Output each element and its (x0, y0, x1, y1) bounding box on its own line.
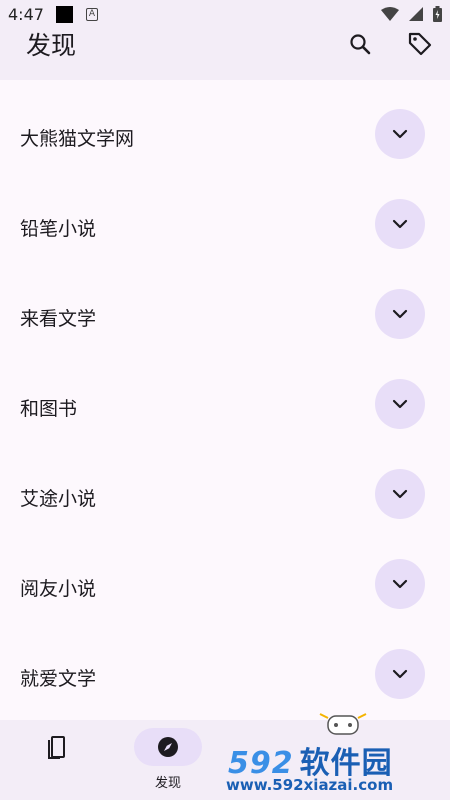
status-time: 4:47 (8, 5, 44, 24)
status-icons (381, 6, 442, 22)
search-icon (350, 34, 371, 55)
battery-icon (433, 6, 442, 22)
gamepad-icon (319, 713, 367, 735)
expand-button[interactable] (375, 199, 425, 249)
nav-indicator (134, 728, 202, 766)
source-label: 大熊猫文学网 (20, 128, 135, 150)
chevron-down-icon (392, 309, 408, 319)
source-label: 来看文学 (20, 308, 97, 330)
watermark-url: www.592xiazai.com (226, 776, 394, 794)
expand-button[interactable] (375, 649, 425, 699)
compass-icon (158, 737, 178, 757)
source-label: 和图书 (20, 398, 78, 420)
source-label: 艾途小说 (20, 488, 97, 510)
source-label: 就爱文学 (20, 668, 97, 690)
chevron-down-icon (392, 669, 408, 679)
source-list: 大熊猫文学网 铅笔小说 来看文学 和图书 艾途小说 阅友小说 就爱文学 (0, 90, 450, 720)
list-item[interactable]: 阅友小说 (0, 540, 450, 630)
nav-label: 发现 (154, 776, 181, 791)
chevron-down-icon (392, 219, 408, 229)
notification-icon (56, 6, 73, 23)
search-button[interactable] (340, 30, 380, 58)
list-item[interactable]: 大熊猫文学网 (0, 90, 450, 180)
tag-button[interactable] (400, 30, 440, 58)
app-bar: 发现 (0, 30, 450, 80)
nav-indicator (22, 728, 90, 766)
source-label: 铅笔小说 (20, 218, 97, 240)
list-item[interactable]: 来看文学 (0, 270, 450, 360)
chevron-down-icon (392, 579, 408, 589)
chevron-down-icon (392, 489, 408, 499)
expand-button[interactable] (375, 379, 425, 429)
expand-button[interactable] (375, 469, 425, 519)
wifi-icon (381, 7, 399, 21)
app-notification-icon: A (86, 8, 98, 21)
source-label: 阅友小说 (20, 578, 97, 600)
bookshelf-icon (48, 736, 65, 759)
expand-button[interactable] (375, 109, 425, 159)
expand-button[interactable] (375, 289, 425, 339)
list-item[interactable]: 艾途小说 (0, 450, 450, 540)
tag-icon (408, 32, 432, 56)
list-item[interactable]: 和图书 (0, 360, 450, 450)
page-title: 发现 (26, 31, 77, 60)
expand-button[interactable] (375, 559, 425, 609)
list-item[interactable]: 就爱文学 (0, 630, 450, 720)
list-item[interactable]: 铅笔小说 (0, 180, 450, 270)
nav-item-discover[interactable]: 发现 (134, 720, 202, 800)
nav-item-bookshelf[interactable] (22, 720, 90, 800)
chevron-down-icon (392, 399, 408, 409)
signal-icon (409, 7, 423, 21)
chevron-down-icon (392, 129, 408, 139)
watermark-logo: 592 软件园 www.592xiazai.com (222, 713, 448, 798)
